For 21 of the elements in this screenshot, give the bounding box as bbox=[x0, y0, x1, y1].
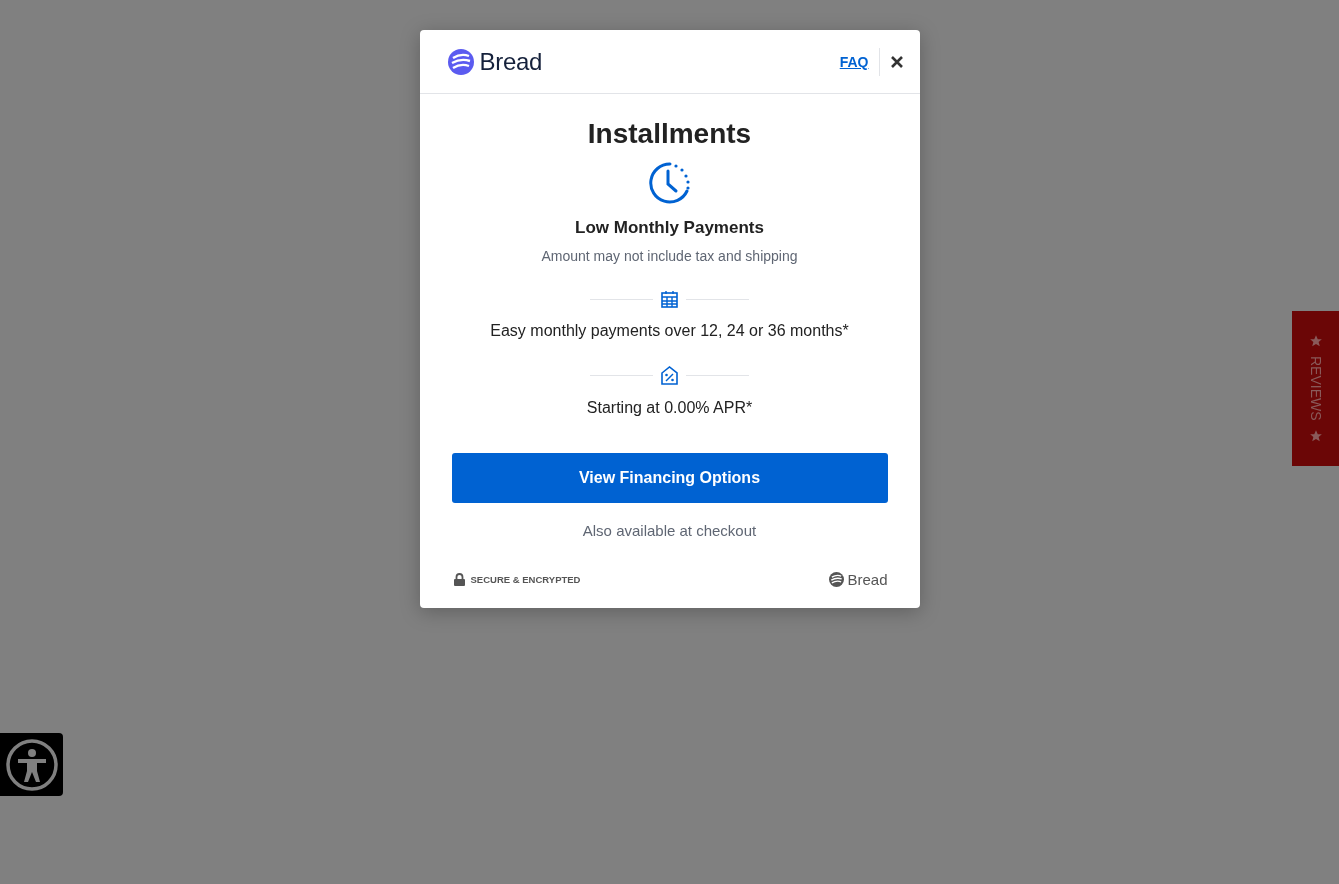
reviews-label: REVIEWS bbox=[1307, 356, 1324, 421]
checkout-note: Also available at checkout bbox=[582, 522, 757, 539]
calendar-icon bbox=[661, 290, 678, 308]
footer-brand-name: Bread bbox=[847, 571, 888, 588]
feature-text: Easy monthly payments over 12, 24 or 36 months* bbox=[490, 322, 849, 340]
star-icon bbox=[1308, 334, 1323, 349]
bread-logo-icon bbox=[447, 48, 474, 75]
view-financing-button[interactable]: View Financing Options bbox=[451, 453, 888, 503]
lock-icon bbox=[453, 573, 465, 586]
feature-text: Starting at 0.00% APR* bbox=[586, 399, 753, 417]
clock-icon bbox=[648, 162, 691, 204]
star-icon bbox=[1308, 428, 1323, 443]
brand-name: Bread bbox=[479, 47, 543, 76]
accessibility-button[interactable] bbox=[0, 733, 63, 796]
subtitle: Low Monthly Payments bbox=[575, 218, 764, 238]
faq-link[interactable]: FAQ bbox=[839, 53, 869, 70]
security-label: SECURE & ENCRYPTED bbox=[470, 574, 581, 585]
bread-logo-icon bbox=[829, 572, 845, 587]
percent-tag-icon bbox=[661, 366, 678, 385]
dialog-title: Installments bbox=[587, 118, 752, 150]
disclaimer-text: Amount may not include tax and shipping bbox=[541, 248, 798, 264]
